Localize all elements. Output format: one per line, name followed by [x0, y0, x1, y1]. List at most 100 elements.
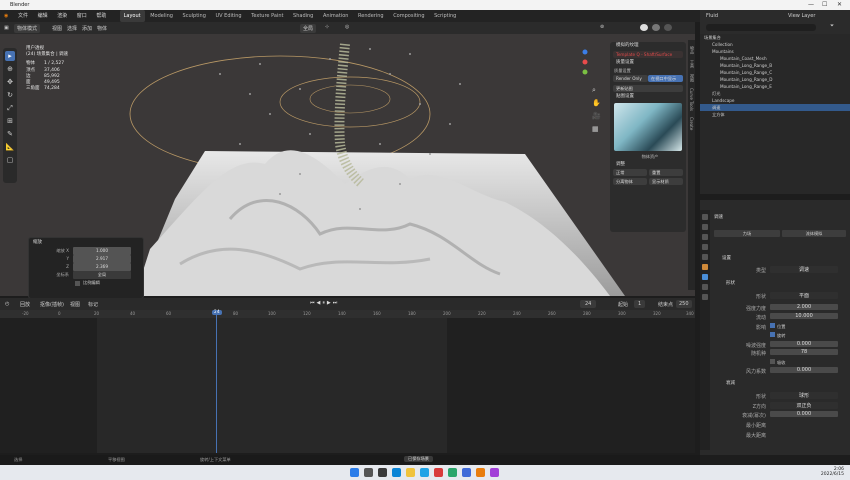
outliner-row[interactable]: Mountain_Long_Range_C [700, 69, 850, 76]
playback-controls[interactable]: ⏮◀⏸▶⏭ [310, 300, 339, 306]
menu-help[interactable]: 帮助 [92, 10, 110, 22]
show-material-button[interactable]: 显示材质 [649, 178, 683, 185]
snap-icon[interactable]: ⊹ [325, 24, 329, 30]
app-icon[interactable] [462, 468, 471, 477]
sidetab-tool[interactable]: 工具 [689, 60, 695, 68]
maximize-icon[interactable]: ☐ [822, 1, 827, 8]
system-clock[interactable]: 2:06 2022/6/15 [821, 467, 844, 477]
menu-keying[interactable]: 抠像(插帧) [40, 301, 64, 308]
explorer-icon[interactable] [406, 468, 415, 477]
camera-icon[interactable]: 🎥 [592, 110, 601, 123]
outliner-row[interactable]: 场景集合 [700, 34, 850, 41]
tab-animation[interactable]: Animation [319, 10, 353, 22]
tab-texture-paint[interactable]: Texture Paint [247, 10, 287, 22]
measure-icon[interactable]: 📐 [5, 142, 15, 152]
location-checkbox[interactable]: 位置 [770, 323, 785, 330]
outliner-search-input[interactable] [706, 24, 816, 31]
cursor-icon[interactable]: ⊕ [5, 64, 15, 74]
grid-icon[interactable]: ▦ [592, 123, 601, 136]
power-field[interactable]: 0.000 [770, 411, 838, 417]
zoom-icon[interactable]: ⌕ [592, 84, 601, 97]
editor-type-icon[interactable]: ▣ [4, 25, 9, 31]
start-frame-field[interactable]: 1 [634, 300, 646, 308]
section-shape[interactable]: 形状 [726, 280, 735, 286]
normal-button[interactable]: 正常 [613, 169, 647, 176]
menu-add[interactable]: 添加 [82, 25, 92, 32]
current-frame-field[interactable]: 24 [580, 300, 597, 308]
outliner-row[interactable]: Landscape [700, 97, 850, 104]
gizmo-z[interactable] [582, 49, 588, 55]
blender-taskbar-icon[interactable] [476, 468, 485, 477]
outliner-row[interactable]: Collection [700, 41, 850, 48]
app-icon[interactable] [448, 468, 457, 477]
texture-preview-image[interactable] [614, 103, 682, 151]
menu-select[interactable]: 选择 [67, 25, 77, 32]
shading-solid-icon[interactable] [640, 24, 648, 31]
outliner-row[interactable]: 立方体 [700, 111, 850, 118]
gizmo-x[interactable] [582, 59, 588, 65]
scale-z-field[interactable]: 2.369 [73, 263, 131, 271]
scene-field[interactable]: Fluid [706, 13, 718, 19]
world-tab-icon[interactable] [702, 254, 708, 260]
menu-markers[interactable]: 标记 [88, 301, 98, 308]
scale-x-field[interactable]: 1.000 [73, 247, 131, 255]
menu-object[interactable]: 物体 [97, 25, 107, 32]
outliner-row[interactable]: 灯光 [700, 90, 850, 97]
view-layer-field[interactable]: View Layer [788, 13, 815, 19]
outliner-row[interactable]: Mountains [700, 48, 850, 55]
render-tab-icon[interactable] [702, 224, 708, 230]
z-direction-select[interactable]: 双正负 [770, 402, 838, 409]
shading-material-icon[interactable] [652, 24, 660, 31]
opt-render-only[interactable]: Render Only [613, 75, 648, 82]
sidetab-curve-tools[interactable]: Curve Tools [689, 88, 694, 111]
transform-icon[interactable]: ⊞ [5, 116, 15, 126]
tab-uv-editing[interactable]: UV Editing [212, 10, 246, 22]
menu-edit[interactable]: 编辑 [34, 10, 52, 22]
app-icon[interactable] [434, 468, 443, 477]
fluid-sim-button[interactable]: 流体模拟 [782, 230, 846, 237]
section-settings[interactable]: 设置 [722, 255, 731, 261]
tab-compositing[interactable]: Compositing [389, 10, 428, 22]
addon-field[interactable]: Template Q - Shaft/Surface [613, 51, 683, 58]
outliner-row-selected[interactable]: 调速 [700, 104, 850, 111]
type-select[interactable]: 调速 [770, 266, 838, 273]
timeline-ruler[interactable]: -20 0 20 40 60 80 100 120 140 160 180 20… [0, 310, 695, 318]
tab-scripting[interactable]: Scripting [430, 10, 460, 22]
section-falloff[interactable]: 衰减 [726, 380, 735, 386]
object-tab-icon[interactable] [702, 264, 708, 270]
outliner-row[interactable]: Mountain_Long_Range_D [700, 76, 850, 83]
pan-hand-icon[interactable]: ✋ [592, 97, 601, 110]
outliner-row[interactable]: Mountain_Coast_Mesh [700, 55, 850, 62]
falloff-shape-select[interactable]: 球形 [770, 392, 838, 399]
menu-playback[interactable]: 回放 [20, 301, 30, 308]
noise-field[interactable]: 0.000 [770, 341, 838, 347]
scene-tab-icon[interactable] [702, 244, 708, 250]
update-texture-button[interactable]: 更新贴图 [613, 85, 683, 92]
close-icon[interactable]: ✕ [837, 1, 842, 8]
opt-show-in-viewport[interactable]: 在视口中显示 [648, 75, 683, 82]
minimize-icon[interactable]: — [808, 1, 814, 8]
tab-shading[interactable]: Shading [289, 10, 317, 22]
sidetab-item[interactable]: 物品 [689, 46, 695, 54]
select-box-icon[interactable]: ▸ [5, 51, 15, 61]
annotate-icon[interactable]: ✎ [5, 129, 15, 139]
shape-select[interactable]: 平面 [770, 292, 838, 299]
task-view-icon[interactable] [378, 468, 387, 477]
flow-field[interactable]: 10.000 [770, 313, 838, 319]
timeline-editor-icon[interactable]: ◴ [5, 301, 9, 307]
proportional-icon[interactable]: ◎ [345, 24, 349, 30]
timeline-area[interactable] [0, 310, 695, 453]
outliner-row[interactable]: Mountain_Long_Range_B [700, 62, 850, 69]
tab-sculpting[interactable]: Sculpting [179, 10, 210, 22]
separate-button[interactable]: 分离物体 [613, 178, 647, 185]
tab-rendering[interactable]: Rendering [354, 10, 388, 22]
scale-icon[interactable]: ⤢ [5, 103, 15, 113]
move-icon[interactable]: ✥ [5, 77, 15, 87]
search-icon[interactable] [364, 468, 373, 477]
overlay-icon[interactable]: ⊚ [600, 24, 604, 30]
scale-y-field[interactable]: 2.917 [73, 255, 131, 263]
outliner-row[interactable]: Mountain_Long_Range_E [700, 83, 850, 90]
app-icon[interactable] [490, 468, 499, 477]
output-tab-icon[interactable] [702, 234, 708, 240]
proportional-checkbox[interactable] [75, 280, 80, 286]
